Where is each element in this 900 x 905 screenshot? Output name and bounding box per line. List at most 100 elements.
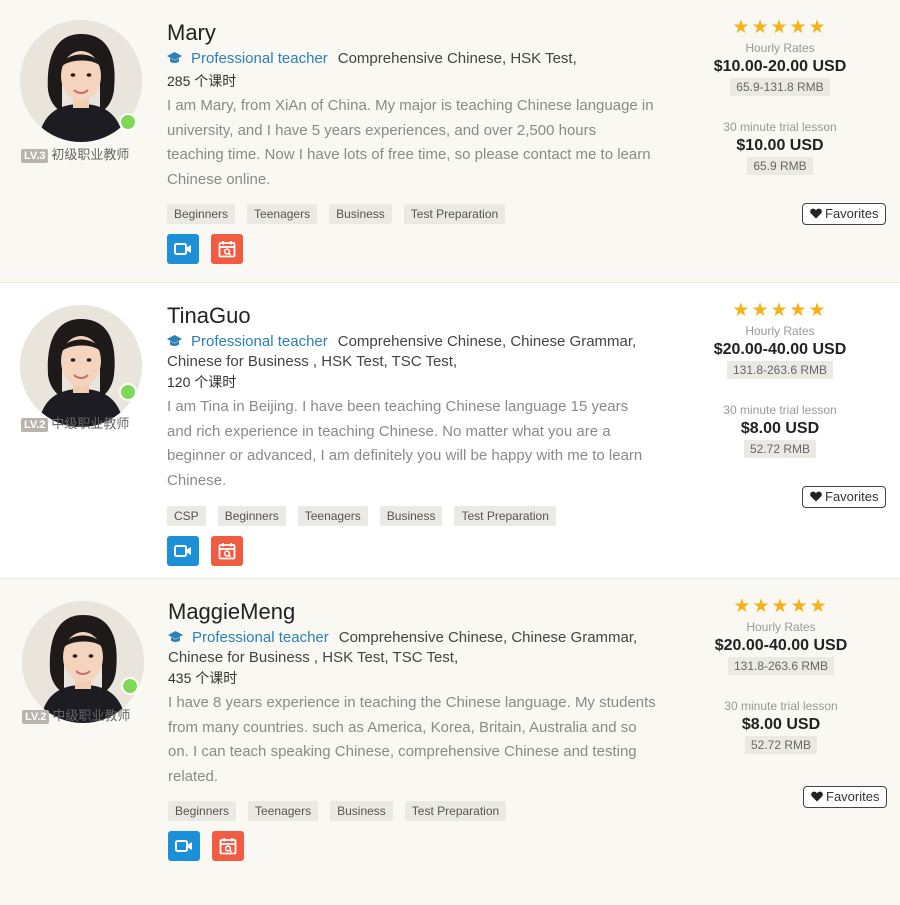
- trial-price-usd: $8.00 USD: [741, 716, 821, 733]
- favorites-button[interactable]: Favorites: [802, 203, 886, 225]
- rating-stars: ★★★★★: [732, 17, 828, 38]
- lesson-hours: 285 个课时: [167, 73, 237, 89]
- avatar[interactable]: [20, 305, 142, 427]
- teacher-info: TinaGuo Professional teacher Comprehensiv…: [167, 303, 657, 566]
- book-lesson-button[interactable]: [211, 234, 243, 264]
- teacher-card: LV.3 初级职业教师 Mary Professional teacher Comp…: [0, 0, 900, 283]
- subject-tag[interactable]: Business: [379, 506, 443, 526]
- trial-lesson-label: 30 minute trial lesson: [723, 403, 837, 417]
- trial-price-rmb: 65.9 RMB: [747, 157, 813, 175]
- level-badge: LV.3: [21, 149, 49, 163]
- heart-icon: [810, 488, 822, 508]
- book-lesson-button[interactable]: [212, 831, 244, 861]
- subject-tag[interactable]: Test Preparation: [404, 801, 507, 821]
- video-camera-icon: [174, 243, 191, 255]
- teacher-list: LV.3 初级职业教师 Mary Professional teacher Comp…: [0, 0, 900, 905]
- teacher-name[interactable]: TinaGuo: [167, 303, 657, 329]
- teacher-info: Mary Professional teacher Comprehensive C…: [167, 20, 657, 264]
- subject-tag[interactable]: Teenagers: [248, 801, 319, 821]
- online-status-indicator: [121, 677, 139, 695]
- action-buttons: [167, 234, 657, 264]
- hourly-rates-label: Hourly Rates: [746, 620, 816, 634]
- pricing: ★★★★★ Hourly Rates $20.00-40.00 USD 131.…: [690, 301, 870, 458]
- avatar-photo: [20, 305, 142, 427]
- subject-tag[interactable]: Beginners: [217, 506, 286, 526]
- heart-icon: [811, 788, 823, 808]
- teacher-name[interactable]: Mary: [167, 20, 657, 46]
- calendar-icon: [218, 543, 236, 560]
- teacher-bio: I am Mary, from XiAn of China. My major …: [167, 97, 654, 188]
- trial-price-usd: $8.00 USD: [740, 420, 820, 437]
- teacher-card: LV.2 中级职业教师 MaggieMeng Professional teach…: [0, 579, 900, 905]
- hourly-rate-rmb: 131.8-263.6 RMB: [726, 361, 834, 379]
- favorites-label: Favorites: [825, 206, 879, 221]
- level-text: 中级职业教师: [52, 708, 131, 723]
- trial-price-rmb: 52.72 RMB: [744, 736, 818, 754]
- subject-tag[interactable]: Beginners: [168, 801, 237, 821]
- book-lesson-button[interactable]: [211, 536, 243, 566]
- hourly-rate-usd: $10.00-20.00 USD: [713, 58, 847, 75]
- level-text: 初级职业教师: [51, 147, 130, 162]
- pro-label-text: Professional teacher: [192, 629, 329, 646]
- subjects-text: Comprehensive Chinese, HSK Test,: [337, 50, 577, 67]
- graduation-cap-icon: [167, 335, 182, 353]
- favorites-button[interactable]: Favorites: [803, 786, 887, 808]
- favorites-label: Favorites: [826, 789, 880, 804]
- teacher-bio: I am Tina in Beijing. I have been teachi…: [167, 398, 643, 489]
- professional-teacher-label: Professional teacher: [167, 50, 328, 67]
- hourly-rate-rmb: 131.8-263.6 RMB: [727, 657, 835, 675]
- pro-label-text: Professional teacher: [191, 50, 328, 67]
- trial-lesson-label: 30 minute trial lesson: [724, 699, 838, 713]
- professional-teacher-label: Professional teacher: [168, 629, 329, 646]
- teacher-subjects: Professional teacher Comprehensive Chines…: [168, 629, 658, 667]
- teacher-level: LV.2 中级职业教师: [22, 705, 130, 724]
- hourly-rate-usd: $20.00-40.00 USD: [713, 341, 847, 358]
- trial-price-rmb: 52.72 RMB: [743, 440, 817, 458]
- lesson-hours: 435 个课时: [168, 670, 238, 686]
- pricing: ★★★★★ Hourly Rates $20.00-40.00 USD 131.…: [691, 597, 871, 754]
- video-lesson-button[interactable]: [167, 536, 199, 566]
- subject-tag[interactable]: Beginners: [167, 204, 236, 224]
- teacher-name[interactable]: MaggieMeng: [168, 599, 658, 625]
- video-camera-icon: [174, 545, 191, 557]
- hourly-rates-label: Hourly Rates: [745, 41, 815, 55]
- subject-tag[interactable]: Business: [329, 204, 392, 224]
- professional-teacher-label: Professional teacher: [167, 333, 328, 350]
- teacher-subjects: Professional teacher Comprehensive Chines…: [167, 50, 657, 70]
- level-badge: LV.2: [21, 418, 49, 432]
- graduation-cap-icon: [167, 52, 182, 70]
- subject-tag[interactable]: Test Preparation: [454, 506, 556, 526]
- subject-tag[interactable]: CSP: [167, 506, 206, 526]
- action-buttons: [167, 536, 657, 566]
- lesson-hours: 120 个课时: [167, 374, 237, 390]
- teacher-info: MaggieMeng Professional teacher Comprehen…: [168, 599, 658, 861]
- action-buttons: [168, 831, 658, 861]
- teacher-bio: I have 8 years experience in teaching th…: [168, 694, 656, 785]
- rating-stars: ★★★★★: [733, 596, 829, 617]
- video-lesson-button[interactable]: [167, 234, 199, 264]
- pricing: ★★★★★ Hourly Rates $10.00-20.00 USD 65.9…: [690, 18, 870, 175]
- pro-label-text: Professional teacher: [191, 333, 328, 350]
- favorites-button[interactable]: Favorites: [802, 486, 886, 508]
- hourly-rates-label: Hourly Rates: [745, 324, 815, 338]
- video-camera-icon: [175, 840, 192, 852]
- teacher-subjects: Professional teacher Comprehensive Chines…: [167, 333, 657, 371]
- trial-price-usd: $10.00 USD: [736, 137, 824, 154]
- teacher-level: LV.2 中级职业教师: [21, 413, 129, 432]
- level-badge: LV.2: [22, 710, 50, 724]
- trial-lesson-label: 30 minute trial lesson: [723, 120, 837, 134]
- rating-stars: ★★★★★: [732, 300, 828, 321]
- tag-list: CSP Beginners Teenagers Business Test Prepar…: [167, 506, 657, 528]
- hourly-rate-rmb: 65.9-131.8 RMB: [730, 78, 830, 96]
- subject-tag[interactable]: Test Preparation: [403, 204, 506, 224]
- tag-list: Beginners Teenagers Business Test Preparati…: [168, 801, 658, 823]
- teacher-level: LV.3 初级职业教师: [21, 144, 129, 163]
- calendar-icon: [218, 241, 236, 258]
- video-lesson-button[interactable]: [168, 831, 200, 861]
- subject-tag[interactable]: Teenagers: [297, 506, 368, 526]
- online-status-indicator: [119, 383, 137, 401]
- favorites-label: Favorites: [825, 489, 879, 504]
- tag-list: Beginners Teenagers Business Test Preparati…: [167, 204, 657, 226]
- subject-tag[interactable]: Business: [330, 801, 393, 821]
- subject-tag[interactable]: Teenagers: [247, 204, 318, 224]
